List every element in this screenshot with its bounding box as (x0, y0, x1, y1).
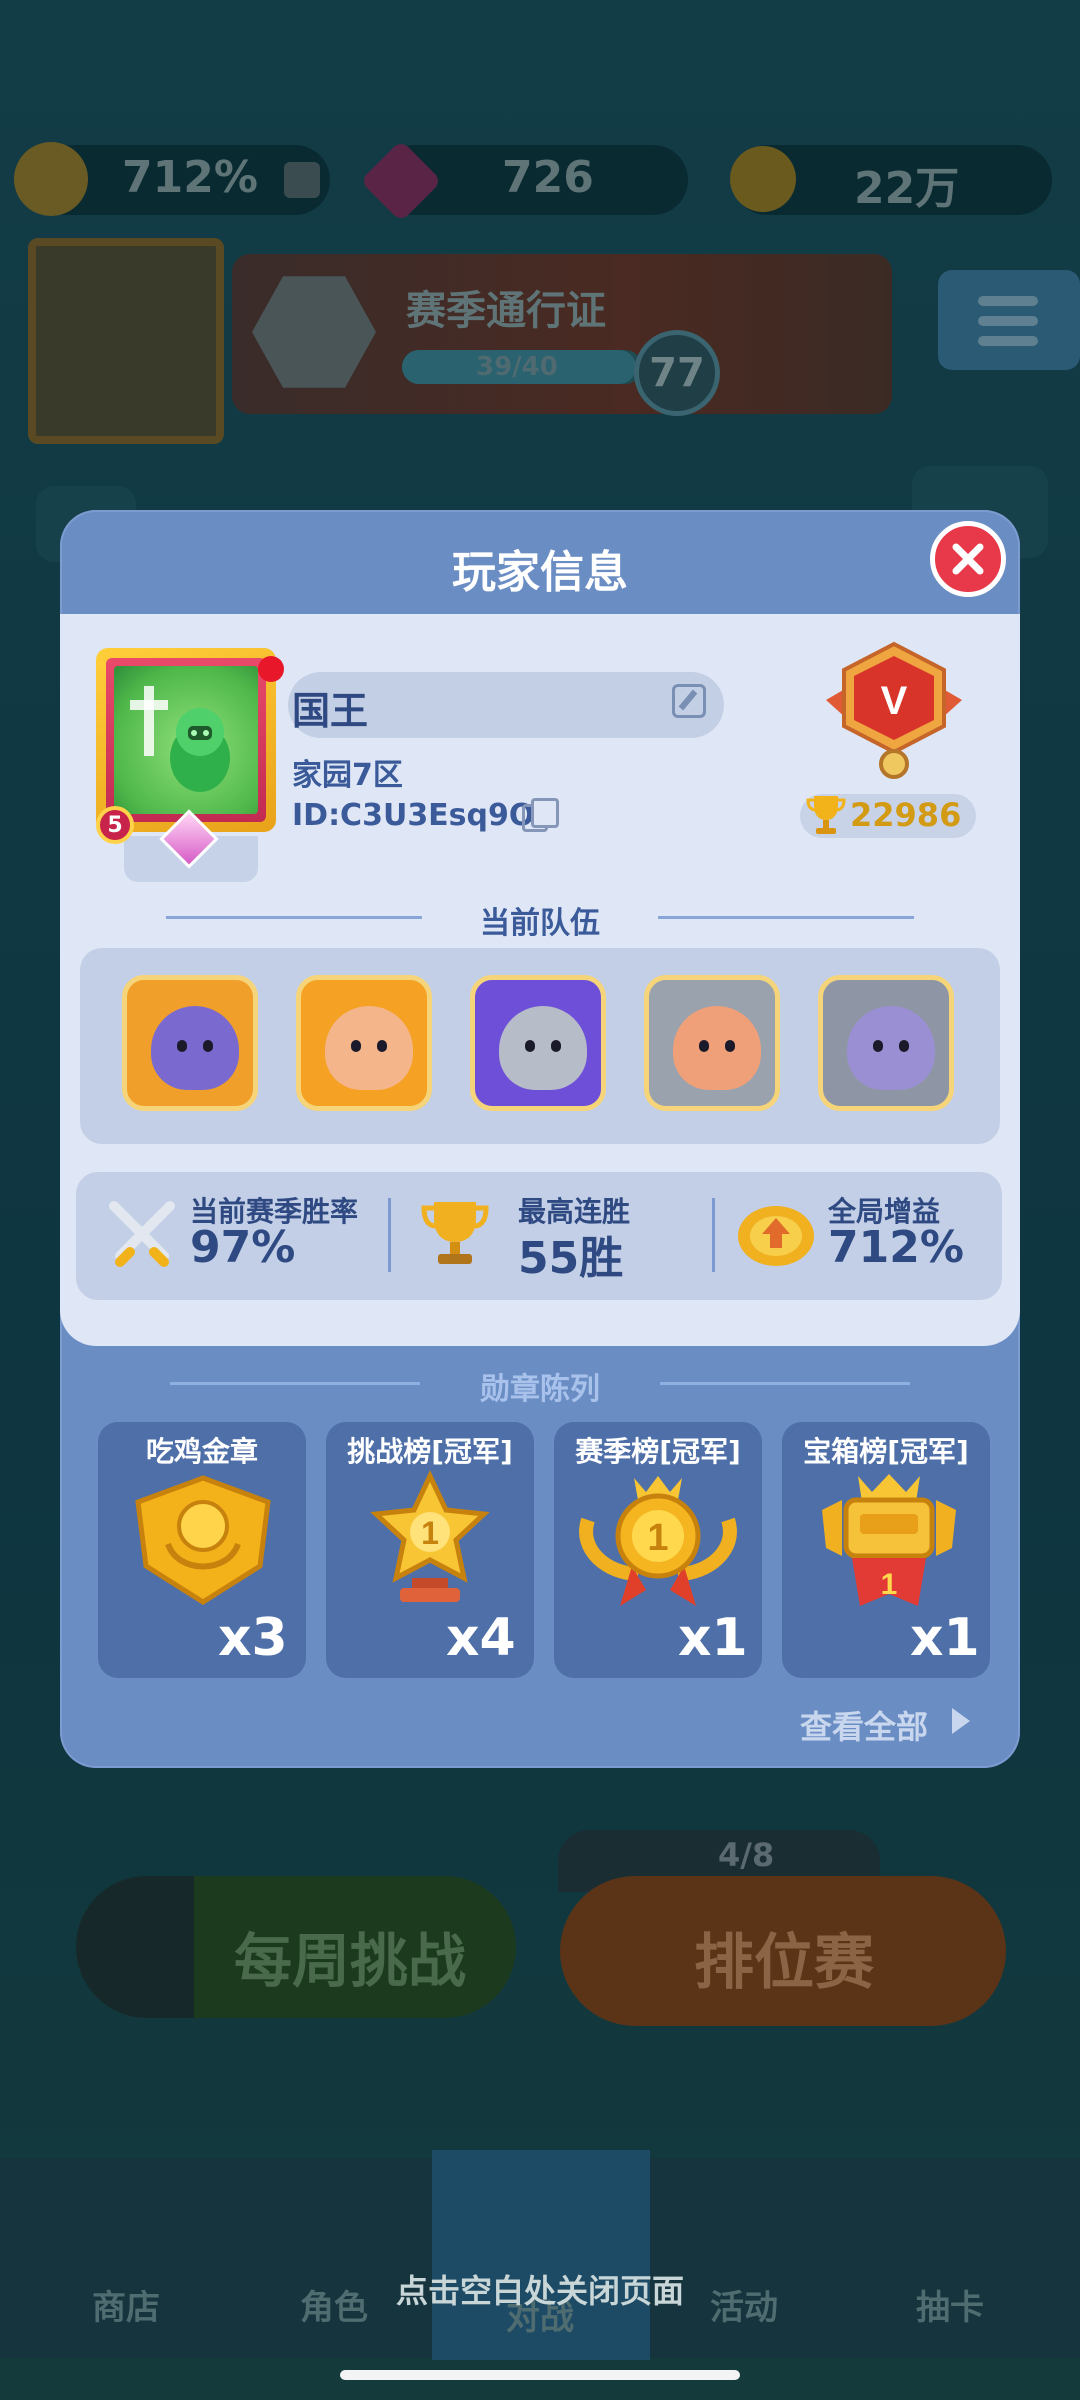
rank-letter: V (881, 679, 908, 723)
player-avatar[interactable] (96, 648, 276, 832)
modal-title: 玩家信息 (452, 547, 628, 598)
avatar-character-icon (130, 686, 230, 792)
stat-value-streak: 55胜 (518, 1233, 624, 1284)
view-all-button[interactable]: 查看全部 (800, 1702, 928, 1748)
close-button[interactable] (930, 521, 1006, 597)
svg-text:1: 1 (647, 1517, 668, 1559)
medals-title: 勋章陈列 (480, 1372, 600, 1407)
medal-label: 宝箱榜[冠军] (803, 1435, 969, 1468)
laurel-medal-icon: 1 (579, 1476, 737, 1606)
hero-portrait-icon (325, 1006, 413, 1090)
hero-king-warrior[interactable] (296, 975, 432, 1111)
season-pass-progress-text: 39/40 (476, 352, 558, 382)
season-pass-level: 77 (634, 330, 720, 416)
coin-icon (730, 146, 796, 212)
stat-value-winrate: 97% (190, 1222, 296, 1273)
hero-dark-knight[interactable] (122, 975, 258, 1111)
hero-portrait-icon (847, 1006, 935, 1090)
boost-stat-icon (738, 1206, 814, 1266)
home-avatar[interactable] (28, 238, 224, 444)
svg-text:1: 1 (881, 1568, 898, 1601)
info-icon[interactable] (284, 162, 320, 198)
stat-divider (388, 1198, 391, 1272)
medal-label: 吃鸡金章 (145, 1435, 258, 1468)
notification-dot (258, 656, 284, 682)
boost-value: 712% (122, 152, 258, 203)
hero-portrait-icon (673, 1006, 761, 1090)
medal-count: x1 (910, 1608, 980, 1668)
weekly-challenge-label: 每周挑战 (234, 1927, 467, 1995)
gems-value: 726 (502, 152, 594, 203)
stat-divider (712, 1198, 715, 1272)
boost-icon (14, 142, 88, 216)
team-title: 当前队伍 (480, 906, 600, 941)
medal-count: x3 (218, 1608, 288, 1668)
player-id: ID:C3U3Esq9O2 (292, 798, 556, 833)
hero-ghost-assassin[interactable] (818, 975, 954, 1111)
crossed-swords-icon (109, 1201, 175, 1267)
stat-value-boost: 712% (828, 1222, 964, 1273)
home-indicator[interactable] (340, 2370, 740, 2380)
svg-text:1: 1 (421, 1515, 439, 1551)
edit-icon[interactable] (672, 684, 706, 718)
coins-value: 22万 (854, 163, 960, 214)
stat-trophy-icon (421, 1202, 489, 1264)
season-pass-title: 赛季通行证 (406, 288, 606, 334)
ranked-progress-text: 4/8 (718, 1836, 775, 1874)
star-trophy-icon: 1 (370, 1470, 490, 1602)
player-home: 家园7区 (292, 758, 403, 793)
trophy-icon (806, 796, 846, 834)
close-icon (952, 543, 984, 575)
player-name: 国王 (292, 689, 369, 733)
medal-count: x1 (678, 1608, 748, 1668)
close-hint[interactable]: 点击空白处关闭页面 (0, 2266, 1080, 2312)
rank-badge-icon: V (826, 641, 962, 779)
hero-portrait-icon (499, 1006, 587, 1090)
gold-badge-icon (135, 1475, 271, 1605)
hero-armored-knight[interactable] (470, 975, 606, 1111)
chest-crown-icon: 1 (822, 1474, 956, 1606)
trophy-count: 22986 (850, 796, 962, 834)
medal-label: 挑战榜[冠军] (347, 1435, 513, 1468)
ranked-match-label: 排位赛 (694, 1928, 874, 1998)
hero-portrait-icon (151, 1006, 239, 1090)
medal-label: 赛季榜[冠军] (575, 1435, 741, 1468)
chevron-right-icon (952, 1708, 970, 1734)
avatar-level: 5 (96, 806, 134, 844)
medal-count: x4 (446, 1608, 516, 1668)
hero-barbarian[interactable] (644, 975, 780, 1111)
copy-icon[interactable] (522, 798, 559, 832)
menu-button[interactable] (938, 270, 1080, 370)
